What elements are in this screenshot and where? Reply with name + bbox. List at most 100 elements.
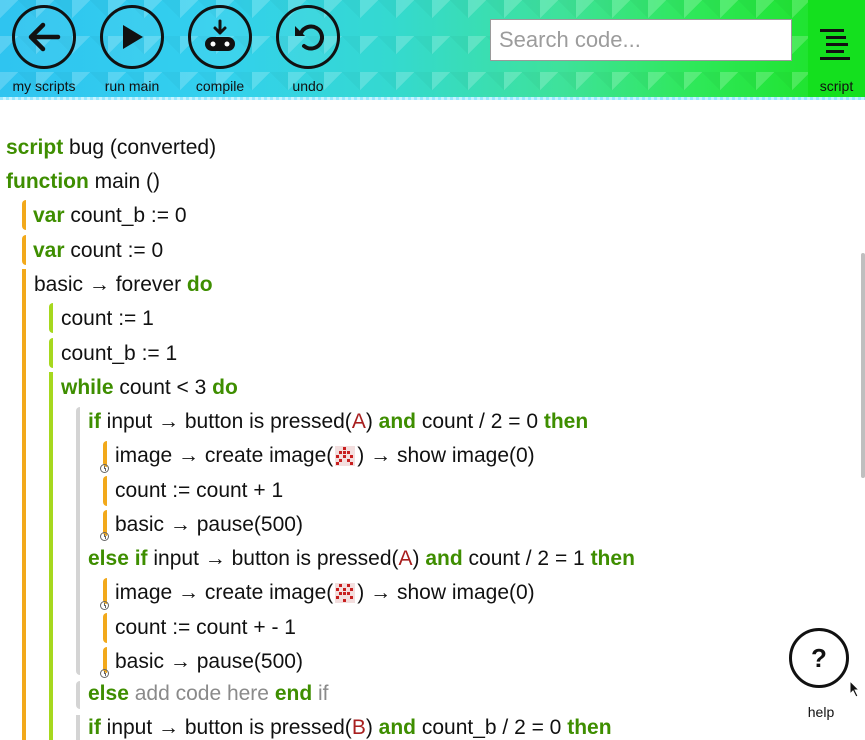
keyword: do: [212, 376, 238, 399]
stmt-bar: [49, 338, 53, 368]
while-block-bar: [49, 372, 53, 740]
paren: ): [365, 716, 379, 739]
namespace: input: [100, 716, 153, 739]
method-name: button is pressed(: [179, 716, 352, 739]
keyword: else if: [88, 547, 148, 570]
arrow-icon: →: [172, 581, 200, 604]
statement-text: count_b := 1: [61, 342, 178, 365]
vertical-scrollbar[interactable]: [861, 253, 865, 478]
keyword: end: [274, 682, 313, 705]
string-arg: A: [351, 410, 366, 433]
code-line-var-count[interactable]: var count := 0: [33, 236, 163, 266]
stmt-bar: [49, 303, 53, 333]
list-icon: [820, 28, 852, 65]
method-name: forever: [109, 273, 187, 296]
back-arrow-icon: [12, 5, 76, 69]
condition-text: count < 3: [113, 376, 213, 399]
keyword: else: [88, 682, 129, 705]
clock-icon: [100, 464, 109, 473]
clock-icon: [100, 669, 109, 678]
if2-block-bar: [76, 715, 80, 740]
namespace: image: [115, 581, 173, 604]
code-line-image-2[interactable]: image → create image( ) → show image(0): [115, 578, 535, 608]
code-line-pause-1[interactable]: basic → pause(500): [115, 510, 303, 540]
keyword: do: [186, 273, 213, 296]
namespace: basic: [115, 513, 165, 536]
keyword: while: [61, 376, 114, 399]
keyword: then: [567, 716, 612, 739]
keyword: var: [33, 204, 65, 227]
code-line-image-1[interactable]: image → create image( ) → show image(0): [115, 441, 535, 471]
compile-button[interactable]: compile: [176, 0, 264, 100]
keyword: script: [6, 136, 64, 159]
undo-label: undo: [292, 78, 324, 94]
namespace: input: [147, 547, 199, 570]
arrow-icon: →: [198, 547, 226, 570]
keyword: and: [378, 716, 416, 739]
statement-text: count := 1: [61, 307, 154, 330]
method-name: create image(: [199, 581, 334, 604]
if-block-bar: [76, 407, 80, 675]
code-line-function[interactable]: function main (): [6, 167, 160, 197]
code-line-forever[interactable]: basic → forever do: [34, 270, 213, 300]
keyword: then: [543, 410, 589, 433]
script-name: bug (converted): [63, 136, 217, 159]
code-line-decrement[interactable]: count := count + - 1: [115, 613, 296, 643]
arrow-icon: →: [172, 444, 200, 467]
code-line-increment[interactable]: count := count + 1: [115, 476, 283, 506]
namespace: image: [115, 444, 173, 467]
code-line-script[interactable]: script bug (converted): [6, 133, 216, 163]
script-tab-label: script: [819, 78, 854, 94]
led-image-thumbnail[interactable]: [335, 446, 356, 467]
clock-icon: [100, 601, 109, 610]
placeholder-text: if: [312, 682, 329, 705]
function-signature: main (): [88, 170, 160, 193]
help-button[interactable]: ?: [789, 628, 849, 688]
undo-button[interactable]: undo: [264, 0, 352, 100]
statement-text: count := count + - 1: [115, 616, 296, 639]
toolbar-divider: [0, 97, 865, 100]
my-scripts-button[interactable]: my scripts: [0, 0, 88, 100]
namespace: basic: [115, 650, 165, 673]
arrow-icon: →: [83, 273, 110, 296]
method-name: create image(: [199, 444, 334, 467]
microbit-download-icon: [188, 5, 252, 69]
placeholder-text: add code here: [128, 682, 275, 705]
search-code-input[interactable]: [490, 19, 792, 61]
code-line-var-count-b[interactable]: var count_b := 0: [33, 201, 187, 231]
code-line-pause-2[interactable]: basic → pause(500): [115, 647, 303, 677]
code-line-assign-count-b[interactable]: count_b := 1: [61, 339, 177, 369]
method-name: pause(500): [190, 650, 303, 673]
method-name: button is pressed(: [179, 410, 352, 433]
method-name: button is pressed(: [225, 547, 399, 570]
code-editor[interactable]: script bug (converted) function main () …: [0, 103, 865, 740]
namespace: input: [100, 410, 153, 433]
code-line-else-if[interactable]: else if input → button is pressed(A) and…: [88, 544, 635, 574]
paren: ): [412, 547, 426, 570]
run-main-button[interactable]: run main: [88, 0, 176, 100]
keyword: and: [378, 410, 416, 433]
condition-text: count_b / 2 = 0: [416, 716, 568, 739]
code-line-if-b[interactable]: if input → button is pressed(B) and coun…: [88, 713, 612, 740]
method-name: pause(500): [190, 513, 303, 536]
arrow-icon: →: [152, 716, 180, 739]
statement-text: count_b := 0: [64, 204, 187, 227]
code-line-assign-count[interactable]: count := 1: [61, 304, 154, 334]
code-line-else[interactable]: else add code here end if: [88, 679, 329, 709]
code-line-if-a[interactable]: if input → button is pressed(A) and coun…: [88, 407, 588, 437]
string-arg: B: [351, 716, 366, 739]
statement-text: count := count + 1: [115, 479, 284, 502]
method-name: show image(0): [391, 581, 535, 604]
code-line-while[interactable]: while count < 3 do: [61, 373, 238, 403]
keyword: if: [88, 410, 101, 433]
keyword: then: [590, 547, 635, 570]
statement-text: count := 0: [64, 239, 164, 262]
script-tab-button[interactable]: script: [808, 0, 865, 100]
question-mark-icon: ?: [811, 642, 827, 673]
stmt-bar: [103, 613, 107, 643]
keyword: if: [88, 716, 101, 739]
stmt-bar: [22, 235, 26, 265]
paren: ): [365, 410, 379, 433]
led-image-thumbnail[interactable]: [335, 583, 356, 604]
arrow-icon: →: [152, 410, 180, 433]
